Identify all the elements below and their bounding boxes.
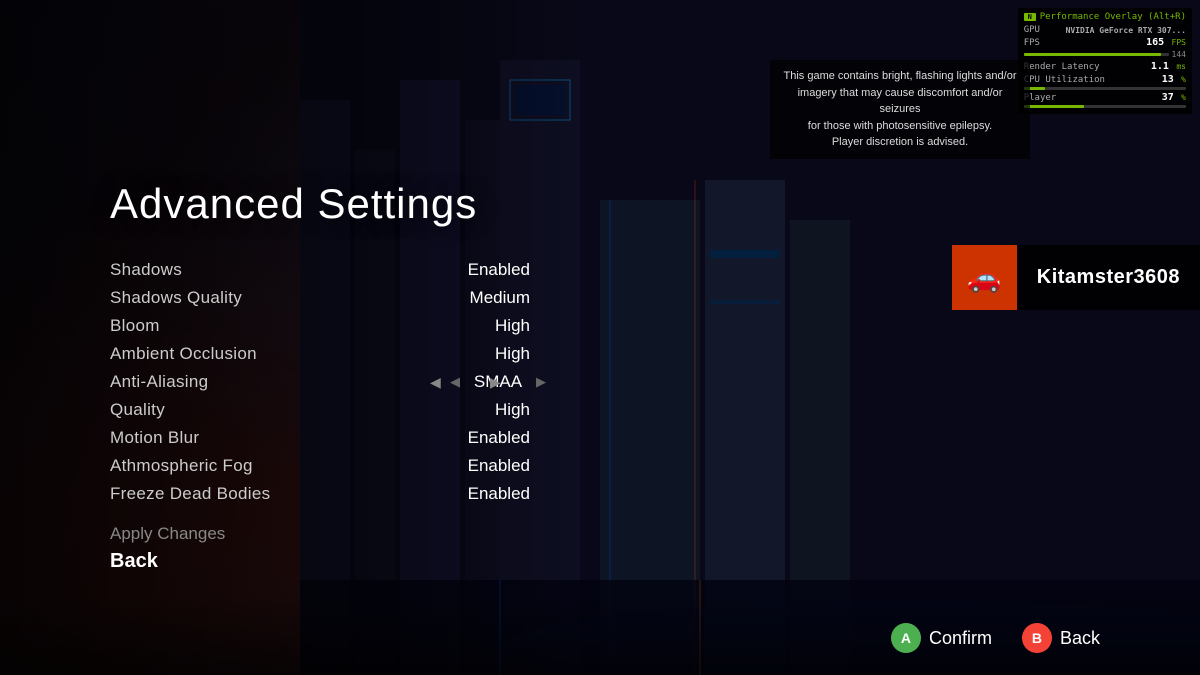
setting-name-ambient-occlusion: Ambient Occlusion — [110, 344, 450, 364]
setting-name-shadows: Shadows — [110, 260, 450, 280]
perf-latency-label: Render Latency — [1024, 62, 1100, 72]
setting-name-anti-aliasing: Anti-Aliasing — [110, 372, 450, 392]
setting-value-shadows-quality: Medium — [450, 288, 530, 308]
perf-fps-row: FPS 165 FPS — [1024, 37, 1186, 48]
settings-row-freeze-dead-bodies[interactable]: Freeze Dead Bodies Enabled — [110, 480, 546, 508]
b-button-icon: B — [1022, 623, 1052, 653]
player-avatar: 🚗 — [952, 245, 1017, 310]
settings-row-motion-blur[interactable]: Motion Blur Enabled — [110, 424, 546, 452]
perf-latency-value: 1.1 ms — [1151, 61, 1186, 72]
settings-row-bloom[interactable]: Bloom High — [110, 312, 546, 340]
setting-value-bloom: High — [450, 316, 530, 336]
car-icon: 🚗 — [967, 261, 1002, 294]
a-button-icon: A — [891, 623, 921, 653]
settings-row-shadows-quality[interactable]: Shadows Quality Medium — [110, 284, 546, 312]
confirm-button[interactable]: A Confirm — [891, 623, 992, 653]
arrows-container: ◀ SMAA ▶ — [450, 372, 546, 392]
settings-title: Advanced Settings — [110, 180, 546, 228]
perf-gpu-row: GPU NVIDIA GeForce RTX 307... — [1024, 25, 1186, 35]
perf-mem-value: 37 % — [1162, 92, 1186, 103]
bottom-buttons: A Confirm B Back — [891, 623, 1100, 653]
perf-fps-target: 144 — [1172, 50, 1186, 59]
settings-row-quality[interactable]: Quality High — [110, 396, 546, 424]
setting-value-athmospheric-fog: Enabled — [450, 456, 530, 476]
perf-title: Performance Overlay (Alt+R) — [1040, 12, 1186, 22]
perf-cpu-label: CPU Utilization — [1024, 75, 1105, 85]
performance-overlay: N Performance Overlay (Alt+R) GPU NVIDIA… — [1018, 8, 1192, 114]
settings-row-anti-aliasing[interactable]: Anti-Aliasing ◀ SMAA ▶ — [110, 368, 546, 396]
perf-latency-row: Render Latency 1.1 ms — [1024, 61, 1186, 72]
perf-gpu-value: NVIDIA GeForce RTX 307... — [1066, 26, 1186, 35]
back-button[interactable]: Back — [110, 548, 546, 575]
settings-row-shadows[interactable]: Shadows Enabled — [110, 256, 546, 284]
setting-name-shadows-quality: Shadows Quality — [110, 288, 450, 308]
setting-value-quality: High — [450, 400, 530, 420]
player-profile: 🚗 Kitamster3608 — [952, 245, 1200, 310]
perf-fps-label: FPS — [1024, 38, 1040, 48]
arrow-right-icon[interactable]: ▶ — [536, 374, 546, 390]
setting-value-shadows: Enabled — [450, 260, 530, 280]
back-label: Back — [1060, 628, 1100, 649]
perf-fps-value: 165 FPS — [1146, 37, 1186, 48]
arrow-left-icon[interactable]: ◀ — [450, 374, 460, 390]
perf-cpu-bar — [1024, 87, 1186, 90]
perf-mem-bar — [1024, 105, 1186, 108]
settings-panel: Advanced Settings Shadows Enabled Shadow… — [110, 180, 546, 575]
epilepsy-line2: imagery that may cause discomfort and/or… — [798, 87, 1003, 116]
epilepsy-warning: This game contains bright, flashing ligh… — [770, 60, 1030, 159]
perf-gpu-label: GPU — [1024, 25, 1040, 35]
epilepsy-line3: for those with photosensitive epilepsy. — [808, 120, 992, 132]
perf-cpu-row: CPU Utilization 13 % — [1024, 74, 1186, 85]
perf-cpu-value: 13 % — [1162, 74, 1186, 85]
content-layer: N Performance Overlay (Alt+R) GPU NVIDIA… — [0, 0, 1200, 675]
setting-value-ambient-occlusion: High — [450, 344, 530, 364]
setting-name-freeze-dead-bodies: Freeze Dead Bodies — [110, 484, 450, 504]
back-action-button[interactable]: B Back — [1022, 623, 1100, 653]
setting-name-motion-blur: Motion Blur — [110, 428, 450, 448]
setting-name-bloom: Bloom — [110, 316, 450, 336]
player-name: Kitamster3608 — [1037, 266, 1180, 289]
setting-value-anti-aliasing: SMAA — [468, 372, 528, 392]
player-name-container: Kitamster3608 — [1017, 245, 1200, 310]
confirm-label: Confirm — [929, 628, 992, 649]
setting-value-motion-blur: Enabled — [450, 428, 530, 448]
nvidia-logo: N — [1024, 13, 1036, 21]
apply-changes-button[interactable]: Apply Changes — [110, 520, 546, 548]
settings-list: Shadows Enabled Shadows Quality Medium B… — [110, 256, 546, 508]
settings-row-ambient-occlusion[interactable]: Ambient Occlusion High — [110, 340, 546, 368]
perf-fps-bar: 144 — [1024, 50, 1186, 59]
setting-value-freeze-dead-bodies: Enabled — [450, 484, 530, 504]
perf-header: N Performance Overlay (Alt+R) — [1024, 12, 1186, 22]
perf-mem-row: Player 37 % — [1024, 92, 1186, 103]
epilepsy-line4: Player discretion is advised. — [832, 136, 968, 148]
setting-name-athmospheric-fog: Athmospheric Fog — [110, 456, 450, 476]
setting-name-quality: Quality — [110, 400, 450, 420]
settings-row-athmospheric-fog[interactable]: Athmospheric Fog Enabled — [110, 452, 546, 480]
epilepsy-line1: This game contains bright, flashing ligh… — [784, 70, 1017, 82]
